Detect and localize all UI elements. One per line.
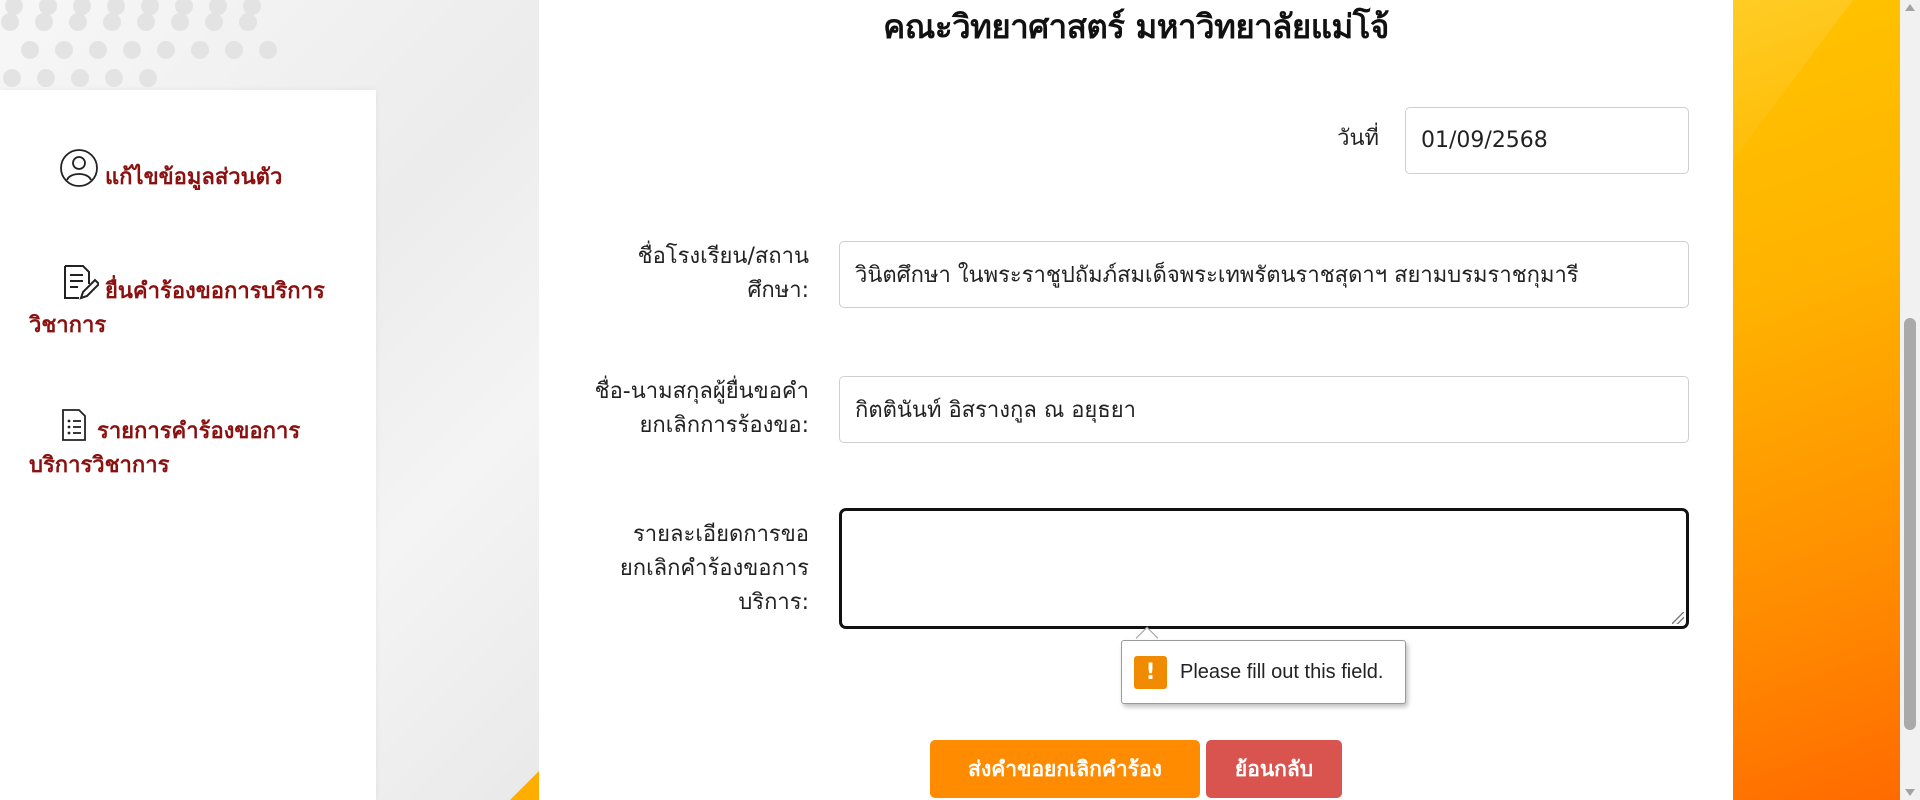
validation-tooltip: ! Please fill out this field. [1121, 640, 1406, 704]
validation-message: Please fill out this field. [1180, 660, 1384, 683]
scroll-down-arrow-icon[interactable] [1905, 789, 1915, 796]
sidebar-item-edit-profile[interactable]: แก้ไขข้อมูลส่วนตัว [29, 148, 349, 195]
stripe-decoration [1733, 0, 1853, 160]
background-right-orange [1733, 0, 1900, 800]
school-name-field[interactable]: วินิตศึกษา ในพระราชูปถัมภ์สมเด็จพระเทพรั… [839, 241, 1689, 308]
edit-document-icon [64, 265, 99, 300]
sidebar-item-label: แก้ไขข้อมูลส่วนตัว [105, 165, 283, 190]
warning-icon: ! [1134, 655, 1167, 689]
resize-grip-icon[interactable] [1672, 612, 1684, 624]
school-label: ชื่อโรงเรียน/สถานศึกษา: [637, 244, 809, 303]
date-field[interactable]: 01/09/2568 [1405, 107, 1689, 174]
page-scrollbar[interactable] [1900, 0, 1920, 800]
date-value: 01/09/2568 [1421, 128, 1548, 153]
requester-name-field[interactable]: กิตตินันท์ อิสรางกูล ณ อยุธยา [839, 376, 1689, 443]
orange-corner-decoration [510, 770, 540, 800]
scroll-up-arrow-icon[interactable] [1905, 4, 1915, 11]
submit-cancel-request-button[interactable]: ส่งคำขอยกเลิกคำร้อง [930, 740, 1200, 798]
sidebar-item-submit-request[interactable]: ยื่นคำร้องขอการบริการวิชาการ [29, 262, 349, 343]
dot-pattern-decoration [1, 0, 277, 87]
list-document-icon [62, 409, 86, 441]
page-title: คณะวิทยาศาสตร์ มหาวิทยาลัยแม่โจ้ [883, 7, 1389, 46]
cancel-detail-textarea[interactable] [839, 508, 1689, 629]
date-label: วันที่ [1337, 126, 1379, 151]
sidebar: แก้ไขข้อมูลส่วนตัว ยื่นคำร้องขอการบริการ… [0, 90, 376, 800]
scroll-thumb[interactable] [1904, 318, 1916, 730]
school-name-value: วินิตศึกษา ในพระราชูปถัมภ์สมเด็จพระเทพรั… [855, 263, 1579, 288]
detail-label: รายละเอียดการขอยกเลิกคำร้องขอการบริการ: [619, 522, 809, 615]
requester-name-value: กิตตินันท์ อิสรางกูล ณ อยุธยา [855, 398, 1136, 423]
sidebar-item-request-list[interactable]: รายการคำร้องขอการบริการวิชาการ [29, 408, 349, 483]
user-circle-icon [60, 149, 98, 187]
requester-name-label: ชื่อ-นามสกุลผู้ยื่นขอคำยกเลิกการร้องขอ: [594, 379, 809, 438]
back-button[interactable]: ย้อนกลับ [1206, 740, 1342, 798]
